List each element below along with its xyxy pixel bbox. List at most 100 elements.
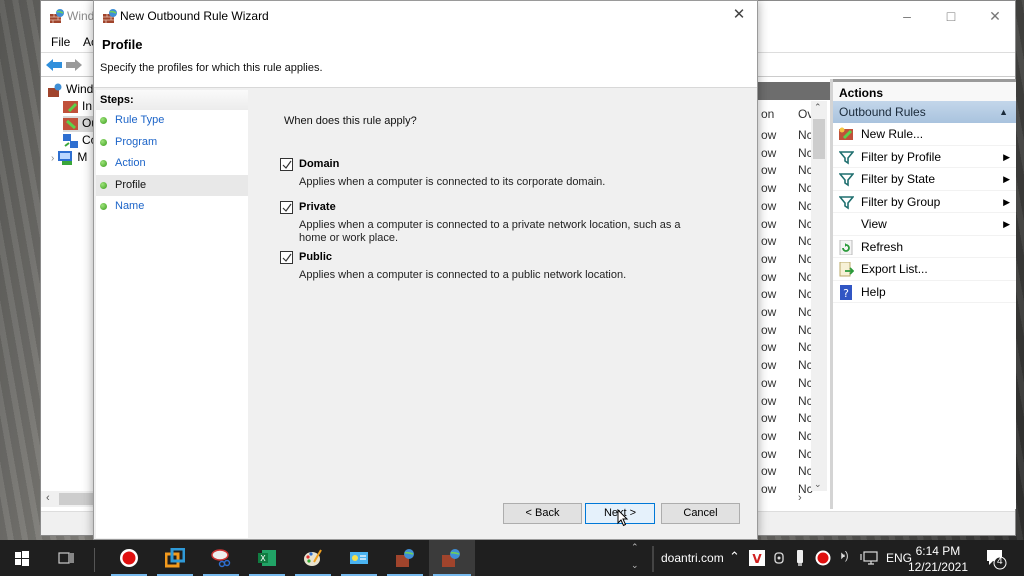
column-header-action[interactable]: on — [761, 107, 774, 121]
scrollbar-thumb[interactable] — [813, 119, 825, 159]
menu-file[interactable]: File — [51, 35, 70, 49]
action-help[interactable]: ? Help — [833, 281, 1016, 303]
taskbar-app-firewall-wizard[interactable] — [429, 540, 475, 576]
collapse-triangle-icon[interactable]: ▲ — [999, 101, 1008, 123]
wizard-close-button[interactable]: ✕ — [727, 5, 751, 25]
action-view[interactable]: View ▶ — [833, 213, 1016, 236]
tree-item-connection-security[interactable]: Co — [63, 133, 95, 149]
tray-toolbar-label[interactable]: doantri.com — [661, 551, 724, 565]
toolbar-scroll-up-icon[interactable]: ⌃ — [631, 542, 639, 553]
list-cell-action[interactable]: ow — [761, 429, 776, 443]
action-filter-by-profile[interactable]: Filter by Profile ▶ — [833, 146, 1016, 168]
list-cell-action[interactable]: ow — [761, 199, 776, 213]
submenu-arrow-icon: ▶ — [1003, 196, 1010, 207]
list-cell-action[interactable]: ow — [761, 305, 776, 319]
taskbar-clock[interactable]: 6:14 PM 12/21/2021 — [908, 543, 968, 575]
network-icon[interactable] — [860, 550, 878, 566]
step-action[interactable]: Action — [96, 153, 248, 175]
list-cell-action[interactable]: ow — [761, 128, 776, 142]
action-filter-by-group[interactable]: Filter by Group ▶ — [833, 191, 1016, 213]
list-cell-action[interactable]: ow — [761, 482, 776, 496]
show-hidden-icons-button[interactable]: ⌃ — [729, 549, 740, 565]
private-label[interactable]: Private — [299, 201, 336, 213]
close-button[interactable]: ✕ — [975, 7, 1015, 27]
wizard-body: Steps: Rule Type Program Action Profile … — [94, 87, 757, 539]
task-view-button[interactable] — [44, 540, 88, 576]
list-cell-action[interactable]: ow — [761, 163, 776, 177]
step-name[interactable]: Name — [96, 196, 248, 218]
list-cell-action[interactable]: ow — [761, 252, 776, 266]
public-checkbox[interactable] — [280, 251, 293, 264]
tree-horizontal-scrollbar[interactable]: ‹ — [41, 491, 95, 507]
maximize-button[interactable]: □ — [931, 7, 971, 27]
step-program[interactable]: Program — [96, 132, 248, 154]
scroll-up-icon[interactable]: ⌃ — [814, 102, 822, 113]
step-profile[interactable]: Profile — [96, 174, 248, 196]
list-cell-action[interactable]: ow — [761, 270, 776, 284]
list-cell-action[interactable]: ow — [761, 340, 776, 354]
tree-item-inbound-rules[interactable]: In — [63, 99, 95, 115]
outbound-rules-icon — [63, 117, 78, 130]
back-button[interactable]: < Back — [503, 503, 582, 524]
list-cell-action[interactable]: ow — [761, 146, 776, 160]
expand-chevron-icon[interactable]: › — [51, 153, 54, 164]
action-filter-by-state[interactable]: Filter by State ▶ — [833, 168, 1016, 191]
list-cell-action[interactable]: ow — [761, 287, 776, 301]
private-checkbox[interactable] — [280, 201, 293, 214]
list-cell-action[interactable]: ow — [761, 234, 776, 248]
minimize-button[interactable]: – — [887, 7, 927, 27]
public-label[interactable]: Public — [299, 251, 332, 263]
back-arrow-icon[interactable] — [45, 58, 63, 72]
actions-section-outbound-rules[interactable]: Outbound Rules ▲ — [833, 101, 1016, 123]
list-vertical-scrollbar[interactable]: ⌃ ⌄ — [811, 101, 827, 491]
notification-center-icon[interactable] — [985, 548, 1007, 570]
domain-description: Applies when a computer is connected to … — [299, 176, 606, 188]
svg-text:V: V — [752, 552, 762, 566]
checkmark-icon — [282, 203, 292, 212]
step-rule-type[interactable]: Rule Type — [96, 110, 248, 132]
list-cell-action[interactable]: ow — [761, 358, 776, 372]
taskbar-app-snipping-tool[interactable] — [199, 540, 243, 576]
forward-arrow-icon[interactable] — [65, 58, 83, 72]
volume-icon[interactable]: 🕨) — [838, 550, 849, 563]
meet-now-icon[interactable] — [773, 550, 787, 566]
action-new-rule[interactable]: New Rule... — [833, 123, 1016, 146]
taskbar-app-recorder[interactable] — [107, 540, 151, 576]
scroll-right-icon[interactable]: › — [798, 492, 802, 504]
action-export-list[interactable]: Export List... — [833, 258, 1016, 281]
toolbar-scroll-down-icon[interactable]: ⌄ — [631, 560, 639, 571]
taskbar-app-excel[interactable]: X — [245, 540, 289, 576]
cancel-button[interactable]: Cancel — [661, 503, 740, 524]
list-cell-action[interactable]: ow — [761, 376, 776, 390]
action-refresh[interactable]: Refresh — [833, 236, 1016, 258]
notification-count: 4 — [997, 556, 1003, 567]
device-tray-icon[interactable] — [795, 550, 805, 566]
scroll-left-icon[interactable]: ‹ — [46, 492, 50, 504]
taskbar-app-control-panel[interactable] — [337, 540, 381, 576]
tree-item-monitoring[interactable]: › M — [51, 150, 95, 166]
list-cell-action[interactable]: ow — [761, 394, 776, 408]
list-cell-action[interactable]: ow — [761, 464, 776, 478]
taskbar-app-firewall[interactable] — [383, 540, 427, 576]
v-app-tray-icon[interactable]: V — [749, 550, 765, 566]
list-cell-action[interactable]: ow — [761, 447, 776, 461]
list-cell-action[interactable]: ow — [761, 181, 776, 195]
scrollbar-thumb[interactable] — [59, 493, 95, 505]
list-cell-action[interactable]: ow — [761, 323, 776, 337]
list-cell-action[interactable]: ow — [761, 411, 776, 425]
submenu-arrow-icon: ▶ — [1003, 151, 1010, 162]
list-cell-action[interactable]: ow — [761, 217, 776, 231]
tree-item-outbound-rules[interactable]: Ou — [63, 116, 95, 132]
domain-checkbox[interactable] — [280, 158, 293, 171]
toolbar-handle[interactable] — [652, 546, 654, 572]
scroll-down-icon[interactable]: ⌄ — [814, 479, 822, 490]
tree-item-firewall-root[interactable]: Wind — [47, 82, 95, 98]
taskbar-app-paint[interactable] — [291, 540, 335, 576]
taskbar-app-vmware[interactable] — [153, 540, 197, 576]
steps-panel: Steps: Rule Type Program Action Profile … — [96, 90, 248, 538]
domain-label[interactable]: Domain — [299, 158, 339, 170]
taskbar: X ⌃ ⌄ doantri.com ⌃ V 🕨) ENG 6:14 PM 12/… — [0, 540, 1024, 576]
firewall-icon — [396, 549, 414, 567]
record-tray-icon[interactable] — [815, 550, 831, 566]
start-button[interactable] — [0, 540, 44, 576]
